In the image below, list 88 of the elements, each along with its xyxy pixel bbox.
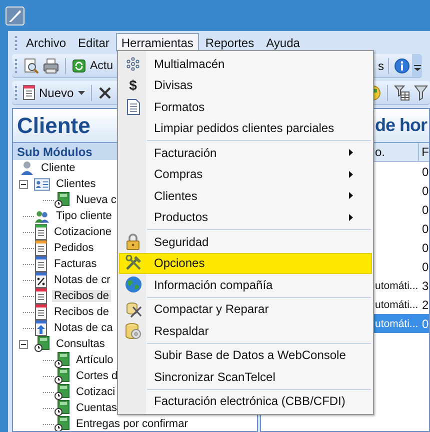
snowflake-icon bbox=[125, 56, 141, 72]
tree-item[interactable]: Cliente bbox=[39, 162, 78, 174]
ledger-clock-icon bbox=[54, 368, 70, 384]
table-cell: utomáti... bbox=[375, 280, 418, 292]
document-icon bbox=[23, 85, 35, 100]
overflow-chevron-icon[interactable] bbox=[412, 54, 422, 77]
tree-item[interactable]: Facturas bbox=[52, 258, 99, 270]
tools-icon bbox=[124, 255, 142, 272]
tree-item[interactable]: Cortes d bbox=[74, 370, 120, 382]
tree-item[interactable]: Recibos de bbox=[52, 306, 112, 318]
menu-item[interactable]: Multialmacén bbox=[119, 53, 372, 74]
menu-item[interactable]: Sincronizar ScanTelcel bbox=[119, 366, 372, 388]
tree-item[interactable]: Notas de cr bbox=[52, 274, 112, 286]
menu-item[interactable]: Limpiar pedidos clientes parciales bbox=[119, 118, 372, 139]
tree-item[interactable]: Recibos de bbox=[52, 290, 112, 302]
expander-icon[interactable] bbox=[19, 180, 28, 188]
table-cell: 0 bbox=[422, 240, 429, 254]
tree-item[interactable]: Artículo bbox=[74, 354, 116, 366]
table-cell: 0 bbox=[422, 164, 429, 178]
table-cell: 0 bbox=[422, 222, 429, 236]
tree-item[interactable]: Cotizacione bbox=[52, 226, 114, 238]
database-tools-icon bbox=[124, 300, 142, 318]
ledger-clock-icon bbox=[34, 336, 50, 352]
document-icon bbox=[126, 98, 140, 115]
menu-bar-item[interactable]: Herramientas bbox=[116, 33, 200, 52]
menu-item[interactable]: $ Divisas bbox=[119, 74, 372, 96]
menu-item[interactable]: Facturación bbox=[119, 142, 372, 164]
tree-item[interactable]: Cuentas bbox=[74, 402, 119, 414]
person-icon bbox=[19, 160, 35, 176]
tree-item[interactable]: Tipo cliente bbox=[54, 210, 114, 222]
tree-item[interactable]: Cotizaci bbox=[74, 386, 118, 398]
percent-document-icon bbox=[34, 272, 48, 288]
tree-item[interactable]: Clientes bbox=[54, 178, 98, 190]
menu-item[interactable]: Compras bbox=[119, 164, 372, 185]
ledger-clock-icon bbox=[54, 400, 70, 416]
table-cell: 0 bbox=[422, 316, 429, 330]
menu-item[interactable]: Opciones bbox=[119, 252, 372, 274]
document-icon bbox=[34, 304, 48, 320]
table-cell: 2 bbox=[422, 298, 429, 312]
people-icon bbox=[34, 208, 50, 224]
document-icon bbox=[34, 288, 48, 304]
lock-icon bbox=[125, 233, 141, 250]
menu-bar-item[interactable]: Ayuda bbox=[261, 33, 306, 52]
dollar-icon: $ bbox=[129, 77, 137, 94]
toolbar-label: s bbox=[377, 58, 385, 72]
tree-item[interactable]: Consultas bbox=[54, 338, 107, 350]
menu-bar-item[interactable]: Archivo bbox=[21, 33, 72, 52]
table-cell: utomáti... bbox=[375, 318, 418, 330]
panel-title: Cliente bbox=[16, 112, 90, 138]
section-header: Sub Módulos bbox=[17, 144, 92, 158]
refresh-button[interactable]: Actu bbox=[70, 55, 116, 76]
ledger-clock-icon bbox=[54, 192, 70, 208]
panel-title: de hor bbox=[374, 115, 428, 136]
globe-icon bbox=[124, 276, 142, 294]
document-icon bbox=[34, 224, 48, 240]
menu-item[interactable]: Respaldar bbox=[119, 320, 372, 342]
menu-item[interactable]: Información compañía bbox=[119, 274, 372, 296]
arrow-document-icon bbox=[34, 320, 48, 336]
database-disc-icon bbox=[124, 322, 142, 340]
expander-icon[interactable] bbox=[19, 340, 28, 348]
refresh-icon bbox=[72, 58, 86, 72]
contact-card-icon bbox=[34, 178, 50, 190]
table-cell: utomáti... bbox=[375, 298, 418, 310]
caret-icon bbox=[78, 90, 85, 94]
ledger-clock-icon bbox=[54, 352, 70, 368]
tree-item[interactable]: Nueva c bbox=[74, 194, 118, 206]
table-cell: 0 bbox=[422, 184, 429, 198]
table-cell: 0 bbox=[422, 260, 429, 274]
table-cell: 0 bbox=[422, 202, 429, 216]
menu-item[interactable]: Compactar y Reparar bbox=[119, 298, 372, 320]
menu-item[interactable]: Facturación electrónica (CBB/CFDI) bbox=[119, 390, 372, 412]
document-icon bbox=[34, 256, 48, 272]
tree-item[interactable]: Notas de ca bbox=[52, 322, 115, 334]
menu-item[interactable]: Seguridad bbox=[119, 231, 372, 252]
table-cell: 3 bbox=[422, 278, 429, 292]
tree-item[interactable]: Entregas por confirmar bbox=[74, 418, 190, 430]
menu-bar-item[interactable]: Editar bbox=[73, 33, 116, 52]
menu-bar-item[interactable]: Reportes bbox=[200, 33, 260, 52]
column-header[interactable]: F bbox=[418, 143, 429, 161]
menu-item[interactable]: Productos bbox=[119, 206, 372, 228]
new-button[interactable]: Nuevo bbox=[21, 82, 87, 103]
menu-item[interactable]: Formatos bbox=[119, 96, 372, 118]
document-icon bbox=[34, 240, 48, 256]
tree-item[interactable]: Pedidos bbox=[52, 242, 96, 254]
menu-item[interactable]: Clientes bbox=[119, 185, 372, 206]
menu-item[interactable]: Subir Base de Datos a WebConsole bbox=[119, 344, 372, 366]
app-logo-icon bbox=[5, 6, 25, 26]
ledger-clock-icon bbox=[54, 384, 70, 400]
